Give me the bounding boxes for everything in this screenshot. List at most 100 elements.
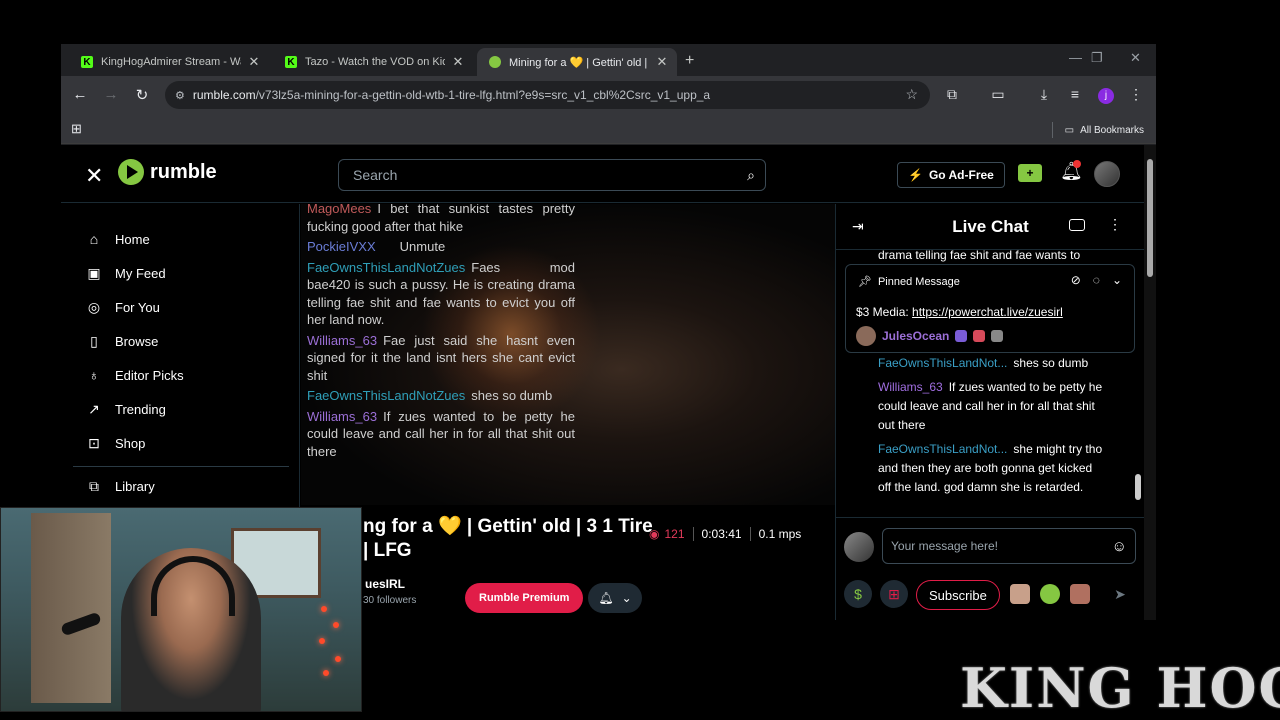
webcam-door (31, 513, 111, 703)
live-viewers: ◉ 121 (649, 527, 685, 541)
sidebar-item-my-feed[interactable]: ▣ My Feed (85, 260, 166, 286)
tab-tazo[interactable]: K Tazo - Watch the VOD on Kick ✕ (273, 48, 473, 76)
emote-face-icon[interactable] (1070, 584, 1090, 604)
stream-duration: 0:03:41 (701, 527, 742, 541)
unpin-icon[interactable]: ⊘ (1071, 273, 1081, 287)
channel-name[interactable]: uesIRL (365, 577, 405, 591)
chat-username[interactable]: FaeOwnsThisLandNot... (878, 356, 1007, 370)
chevron-down-icon[interactable]: ⌄ (1112, 273, 1122, 287)
profile-avatar[interactable]: j (1098, 88, 1114, 104)
all-bookmarks-button[interactable]: ▭ All Bookmarks (1051, 122, 1144, 138)
video-player[interactable]: MagoMees I bet that sunkist tastes pretty… (301, 204, 835, 505)
home-icon: ⌂ (89, 231, 99, 247)
sidebar-item-shop[interactable]: ⊡ Shop (85, 430, 145, 456)
rumble-favicon-icon (489, 56, 501, 68)
tab-kinghogadmirer[interactable]: K KingHogAdmirer Stream - Watc ✕ (69, 48, 269, 76)
chat-message: Williams_63 If zues wanted to be petty he… (878, 378, 1106, 435)
tab-close-icon[interactable]: ✕ (451, 54, 465, 70)
chat-header: ⇥ Live Chat ⋮ (836, 204, 1145, 250)
user-avatar[interactable] (1094, 161, 1120, 187)
sidebar-item-label: Trending (115, 401, 166, 417)
library-icon: ⧉ (89, 477, 99, 494)
notify-dropdown-button[interactable]: 🔔︎ ⌄ (588, 583, 642, 613)
go-ad-free-button[interactable]: ⚡ Go Ad-Free (897, 162, 1005, 188)
string-lights (311, 598, 351, 678)
sidebar-item-label: Home (115, 231, 150, 247)
page-scrollbar[interactable] (1144, 145, 1156, 620)
go-live-camera-icon[interactable]: + (1018, 164, 1042, 182)
sidebar-item-home[interactable]: ⌂ Home (85, 226, 150, 252)
go-ad-free-label: Go Ad-Free (928, 168, 994, 182)
rant-dollar-icon[interactable]: $ (844, 580, 872, 608)
pinned-user: JulesOcean (856, 326, 1004, 346)
overlay-chat-user: MagoMees (307, 204, 372, 216)
sidebar-item-library[interactable]: ⧉ Library (85, 473, 155, 499)
forward-arrow-icon[interactable]: → (101, 86, 121, 103)
pinned-controls: ⊘ ◌ ⌄ (1071, 273, 1122, 287)
overlay-chat-message: PockieIVXX Unmute (307, 238, 575, 256)
emoji-icon[interactable]: ☺ (1112, 538, 1127, 555)
minimize-icon[interactable]: — (1069, 50, 1082, 65)
close-menu-icon[interactable]: ✕ (85, 163, 103, 189)
shop-icon: ⊡ (88, 434, 100, 451)
site-info-icon[interactable]: ⚙ (175, 89, 185, 102)
emote-heart-icon[interactable] (1040, 584, 1060, 604)
new-tab-plus-icon[interactable]: + (685, 52, 694, 70)
subscribe-button[interactable]: Subscribe (916, 580, 1000, 610)
send-icon[interactable]: ➤ (1106, 580, 1134, 608)
sidebar-item-browse[interactable]: ▯ Browse (85, 328, 158, 354)
rumble-logo[interactable]: rumble (118, 159, 217, 185)
restore-icon[interactable]: ❐ (1091, 50, 1103, 66)
address-bar[interactable]: ⚙ rumble.com/v73lz5a-mining-for-a-gettin… (165, 81, 930, 109)
media-control-icon[interactable]: ≡ (1066, 86, 1084, 102)
chat-scroll-thumb[interactable] (1135, 474, 1141, 500)
extensions-icon[interactable]: ⧉ (943, 86, 961, 103)
search-input[interactable] (353, 167, 748, 183)
hide-eye-icon[interactable]: ◌ (1093, 273, 1100, 287)
chat-title: Live Chat (952, 217, 1029, 236)
gift-icon[interactable]: ⊞ (880, 580, 908, 608)
pinned-link[interactable]: https://powerchat.live/zuesirl (912, 305, 1063, 319)
pinned-username[interactable]: JulesOcean (882, 329, 949, 343)
url-path: /v73lz5a-mining-for-a-gettin-old-wtb-1-t… (255, 88, 711, 102)
cast-icon[interactable]: ▭ (989, 86, 1007, 103)
sidebar-item-for-you[interactable]: ◎ For You (85, 294, 160, 320)
pinned-message: 📌︎ Pinned Message ⊘ ◌ ⌄ $3 Media: https:… (845, 264, 1135, 353)
tab-close-icon[interactable]: ✕ (655, 54, 669, 70)
bookmark-star-icon[interactable]: ☆ (905, 86, 918, 103)
pinned-label: Pinned Message (877, 275, 960, 288)
overlay-chat-user: FaeOwnsThisLandNotZues (307, 259, 466, 275)
chat-message-fragment: drama telling fae shit and fae wants to (878, 250, 1081, 262)
stream-speed: 0.1 mps (758, 527, 802, 541)
download-icon[interactable]: ⤓ (1035, 86, 1053, 103)
premium-badge-icon (973, 330, 986, 342)
back-arrow-icon[interactable]: ← (70, 86, 90, 103)
more-options-icon[interactable]: ⋮ (1108, 216, 1122, 233)
video-info: ng for a 💛 | Gettin' old | 3 1 Tire | LF… (301, 505, 895, 620)
apps-grid-icon[interactable]: ⊞ (71, 121, 82, 137)
rumble-premium-button[interactable]: Rumble Premium (465, 583, 584, 613)
emote-face-icon[interactable] (1010, 584, 1030, 604)
overlay-chat-text: shes so dumb (471, 388, 553, 403)
tab-close-icon[interactable]: ✕ (247, 54, 261, 70)
page-scroll-thumb[interactable] (1147, 159, 1153, 277)
sidebar-item-label: Shop (115, 435, 146, 451)
popout-chat-icon[interactable] (1069, 219, 1085, 231)
overlay-chat-user: Williams_63 (307, 332, 378, 348)
browser-menu-icon[interactable]: ⋮ (1127, 86, 1145, 103)
notification-badge (1073, 160, 1081, 168)
chat-username[interactable]: Williams_63 (878, 380, 943, 394)
sidebar-item-editor-picks[interactable]: ♁ Editor Picks (85, 362, 184, 388)
sidebar-item-label: My Feed (115, 265, 166, 281)
reload-icon[interactable]: ↻ (132, 86, 152, 104)
shield-badge-icon (955, 330, 968, 342)
window-close-icon[interactable]: ✕ (1130, 50, 1141, 66)
chat-username[interactable]: FaeOwnsThisLandNot... (878, 442, 1007, 456)
sidebar-item-trending[interactable]: ↗ Trending (85, 396, 166, 422)
tab-rumble-active[interactable]: Mining for a 💛 | Gettin' old | W ✕ (477, 48, 677, 76)
brand-name: rumble (150, 160, 217, 183)
sidebar-item-label: For You (115, 299, 160, 315)
search-icon[interactable]: ⌕ (747, 167, 755, 184)
chat-message-input[interactable] (891, 539, 1112, 553)
all-bookmarks-label: All Bookmarks (1080, 124, 1144, 136)
